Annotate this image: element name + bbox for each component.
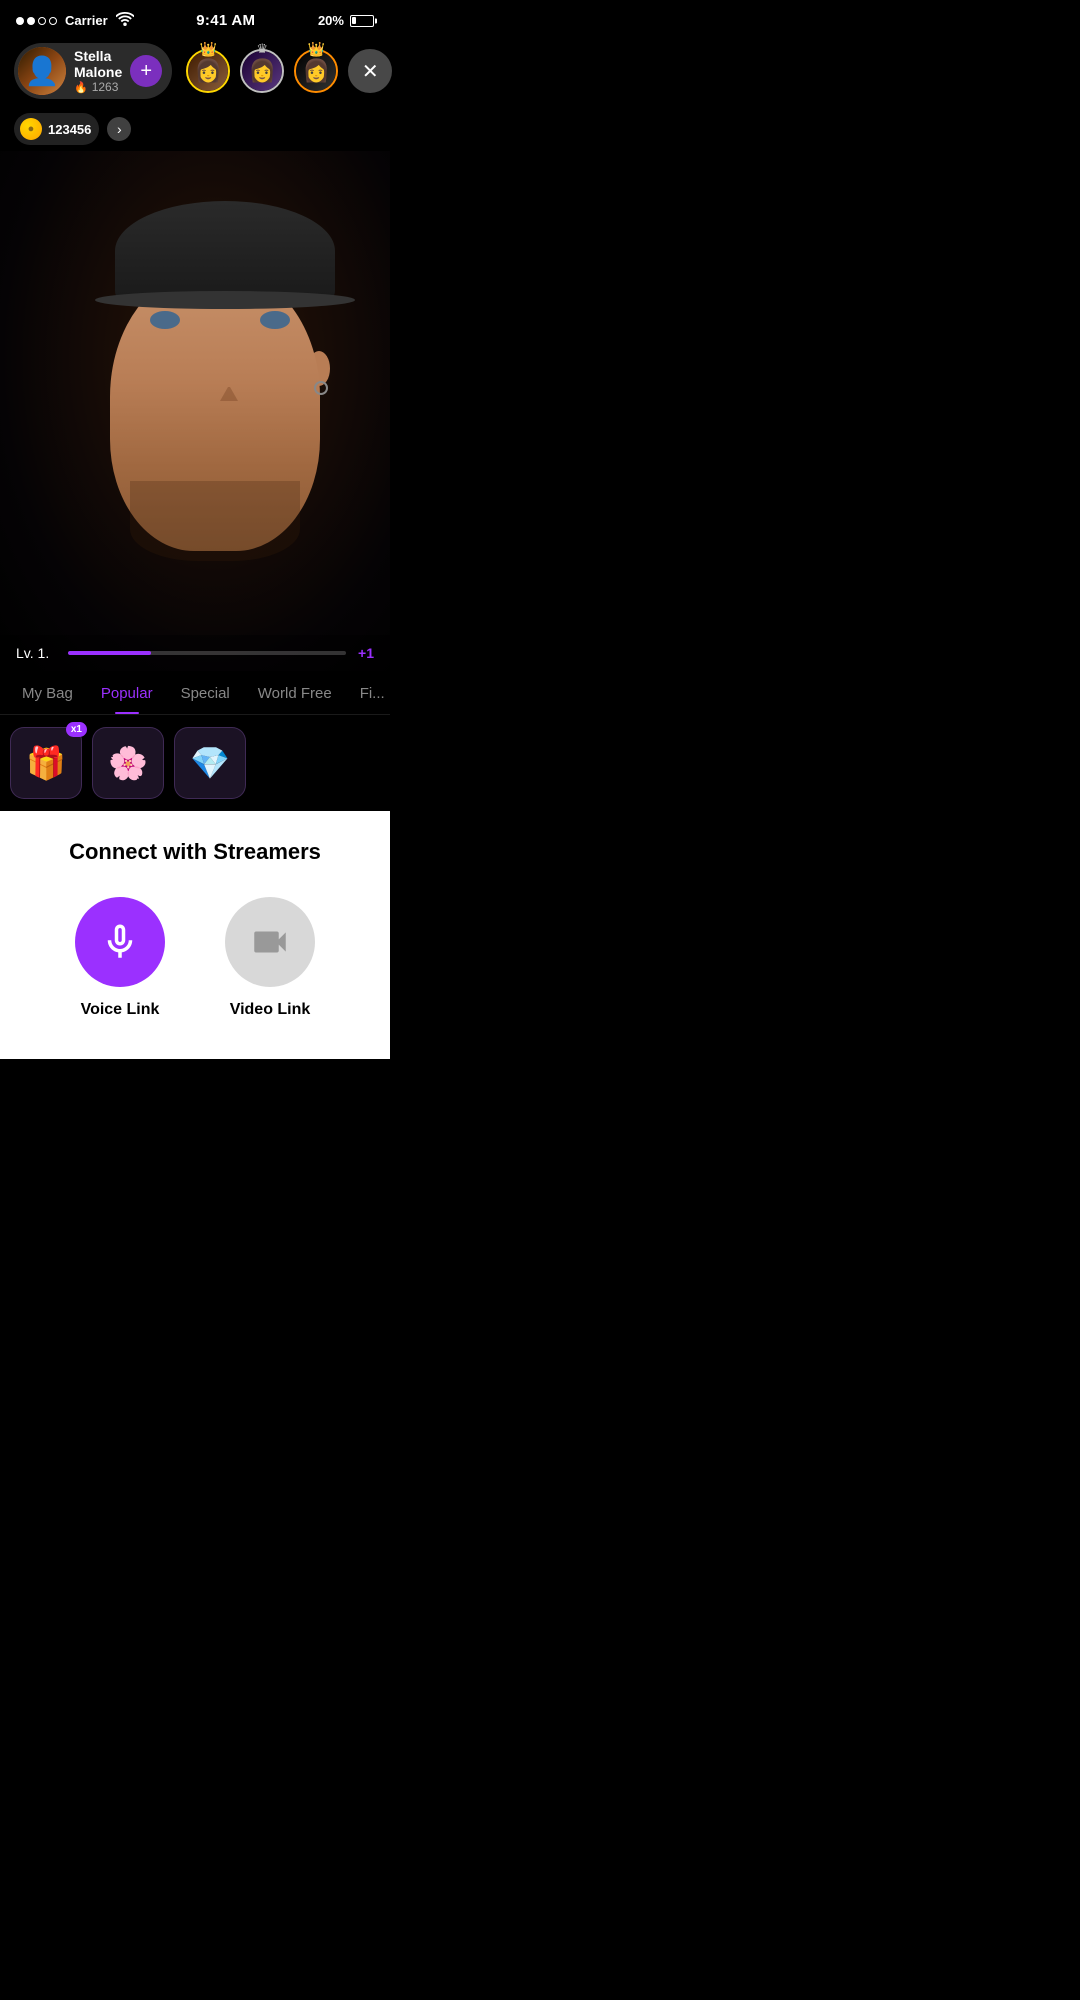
level-progress-bar [68, 651, 346, 655]
video-link-option[interactable]: Video Link [225, 897, 315, 1019]
carrier-label: Carrier [65, 13, 108, 28]
status-left: Carrier [16, 12, 134, 29]
streamer-name: Stella Malone [74, 48, 122, 80]
fire-icon: 🔥 [74, 81, 88, 94]
microphone-icon [99, 921, 141, 963]
coin-amount: 123456 [48, 122, 91, 137]
level-bar-section: Lv. 1. +1 [0, 635, 390, 671]
top-avatar-1[interactable]: 👑 👩 [182, 45, 234, 97]
gift-items-row: x1 🎁 🌸 💎 [0, 715, 390, 811]
top-avatars: 👑 👩 ♛ 👩 👑 👩 ✕ [182, 45, 392, 97]
crown-2-silver: ♛ [256, 41, 268, 57]
top-avatar-2[interactable]: ♛ 👩 [236, 45, 288, 97]
tab-more[interactable]: Fi... [346, 671, 399, 714]
coin-arrow-button[interactable]: › [107, 117, 131, 141]
eye-left [150, 311, 180, 329]
gift-badge-1: x1 [66, 722, 87, 737]
level-label: Lv. 1. [16, 645, 56, 661]
voice-link-option[interactable]: Voice Link [75, 897, 165, 1019]
tab-my-bag[interactable]: My Bag [8, 671, 87, 714]
signal-dot-4 [49, 17, 57, 25]
follow-button[interactable]: + [130, 55, 162, 87]
earring [314, 381, 328, 395]
crown-3-orange: 👑 [308, 41, 325, 58]
battery-percent: 20% [318, 13, 344, 28]
level-plus: +1 [358, 645, 374, 661]
voice-link-label: Voice Link [81, 1001, 160, 1019]
close-avatars-button[interactable]: ✕ [348, 49, 392, 93]
tab-world-free[interactable]: World Free [244, 671, 346, 714]
coin-icon: ● [20, 118, 42, 140]
connect-buttons: Voice Link Video Link [20, 897, 370, 1019]
gift-item-3[interactable]: 💎 [174, 727, 246, 799]
gift-item-1[interactable]: x1 🎁 [10, 727, 82, 799]
avatar-face-2: 👩 [242, 51, 282, 91]
top-section: 👤 Stella Malone 🔥 1263 + 👑 👩 ♛ [0, 35, 390, 107]
connect-title: Connect with Streamers [20, 839, 370, 865]
signal-dot-1 [16, 17, 24, 25]
streamer-score: 🔥 1263 [74, 80, 122, 94]
gift-tabs-section: My Bag Popular Special World Free Fi... … [0, 671, 390, 811]
battery-icon [350, 15, 374, 27]
gift-emoji-3: 💎 [190, 744, 230, 782]
gift-emoji-1: 🎁 [26, 744, 66, 782]
gift-emoji-2: 🌸 [108, 744, 148, 782]
wifi-icon [116, 12, 134, 29]
video-area: Lv. 1. +1 [0, 151, 390, 671]
coin-pill[interactable]: ● 123456 [14, 113, 99, 145]
top-avatar-3[interactable]: 👑 👩 [290, 45, 342, 97]
level-progress-fill [68, 651, 151, 655]
status-right: 20% [318, 13, 374, 28]
crown-1-gold: 👑 [200, 41, 217, 58]
streamer-video-face [60, 181, 360, 601]
video-link-label: Video Link [230, 1001, 311, 1019]
signal-dot-3 [38, 17, 46, 25]
signal-dot-2 [27, 17, 35, 25]
tab-special[interactable]: Special [167, 671, 244, 714]
status-bar: Carrier 9:41 AM 20% [0, 0, 390, 35]
eye-right [260, 311, 290, 329]
bottom-section: Connect with Streamers Voice Link Video … [0, 811, 390, 1059]
streamer-profile[interactable]: 👤 Stella Malone 🔥 1263 + [14, 43, 172, 99]
video-background: Lv. 1. +1 [0, 151, 390, 671]
hat [115, 201, 335, 301]
score-value: 1263 [92, 80, 119, 94]
nose [220, 376, 238, 401]
gift-item-2[interactable]: 🌸 [92, 727, 164, 799]
video-camera-icon [249, 921, 291, 963]
video-link-button[interactable] [225, 897, 315, 987]
gift-tabs: My Bag Popular Special World Free Fi... [0, 671, 390, 715]
tab-popular[interactable]: Popular [87, 671, 167, 714]
signal-dots [16, 17, 57, 25]
streamer-avatar-img: 👤 [18, 47, 66, 95]
streamer-avatar: 👤 [18, 47, 66, 95]
beard-area [130, 481, 300, 561]
streamer-info: Stella Malone 🔥 1263 [74, 48, 122, 94]
coin-badge-area[interactable]: ● 123456 › [14, 113, 376, 145]
status-time: 9:41 AM [196, 12, 255, 29]
voice-link-button[interactable] [75, 897, 165, 987]
